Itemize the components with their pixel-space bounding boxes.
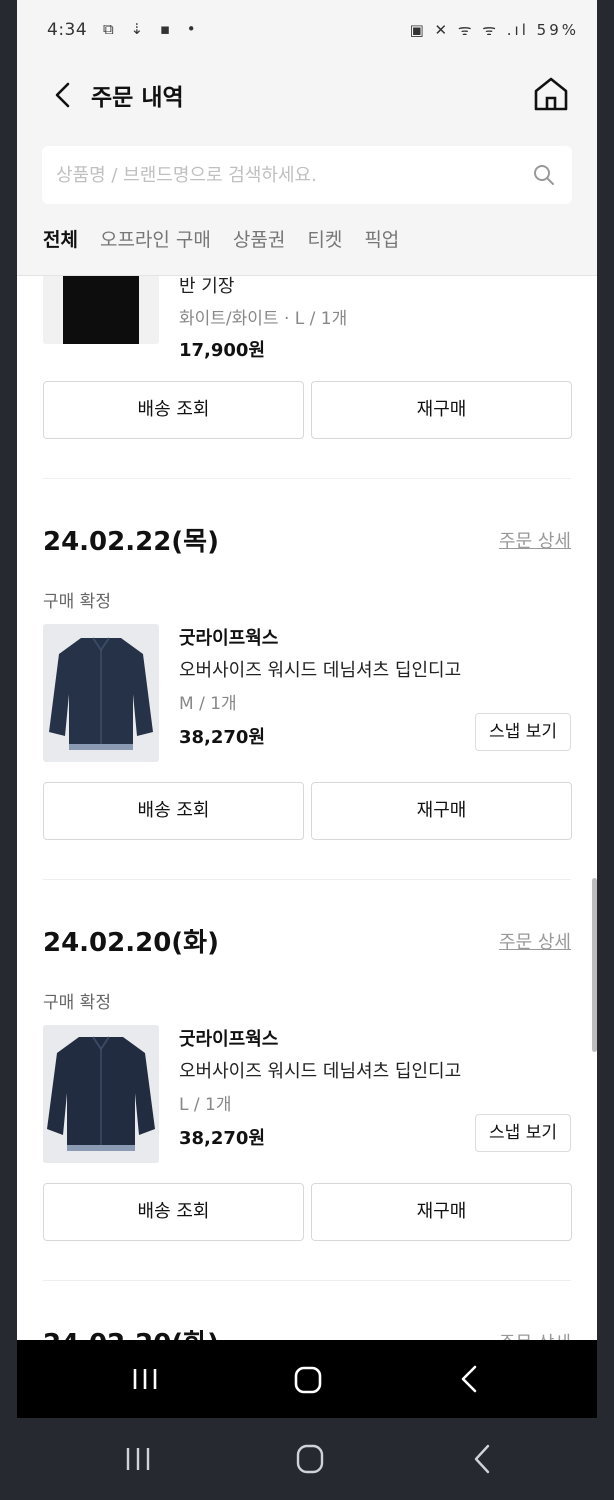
- order-date: 24.02.20(화): [43, 928, 219, 958]
- product-name[interactable]: 오버사이즈 워시드 데님셔츠 딥인디고: [179, 656, 461, 682]
- product-option: 화이트/화이트 · L / 1개: [179, 309, 348, 329]
- order-detail-link[interactable]: 주문 상세: [499, 1329, 571, 1340]
- signal-icons: ▣ ✕ ᯤ ᯤ .ıl: [409, 21, 529, 39]
- home-button-icon[interactable]: [294, 1366, 322, 1394]
- product-price: 38,270원: [179, 727, 266, 748]
- order-detail-link[interactable]: 주문 상세: [499, 527, 571, 553]
- status-bar: 4:34 ⧉ ⇣ ▪ • ▣ ✕ ᯤ ᯤ .ıl 59%: [17, 0, 597, 62]
- product-name[interactable]: 오버사이즈 워시드 데님셔츠 딥인디고: [179, 1057, 461, 1083]
- reorder-button[interactable]: 재구매: [311, 381, 572, 439]
- product-option: L / 1개: [179, 1095, 232, 1115]
- product-thumbnail[interactable]: [43, 1025, 159, 1163]
- brand-name: 굿라이프웍스: [179, 1029, 279, 1050]
- outer-system-nav-bar: [0, 1418, 614, 1500]
- home-button-icon[interactable]: [296, 1444, 324, 1474]
- home-button[interactable]: [531, 74, 571, 114]
- product-name-fragment: 반 기장: [179, 276, 235, 297]
- order-status: 구매 확정: [43, 592, 111, 612]
- tab-pickup[interactable]: 픽업: [364, 225, 399, 252]
- brand-name: 굿라이프웍스: [179, 628, 279, 649]
- order-status: 구매 확정: [43, 993, 111, 1013]
- recent-apps-icon[interactable]: [131, 1367, 159, 1391]
- notification-icons: ⧉ ⇣ ▪ •: [103, 20, 202, 38]
- product-thumbnail[interactable]: [43, 624, 159, 762]
- divider: [43, 879, 571, 880]
- track-delivery-button[interactable]: 배송 조회: [43, 1183, 304, 1241]
- divider: [43, 478, 571, 479]
- back-button[interactable]: [49, 80, 79, 110]
- chevron-left-icon: [55, 82, 70, 108]
- product-thumbnail[interactable]: [43, 276, 159, 344]
- product-option: M / 1개: [179, 694, 237, 714]
- product-price: 38,270원: [179, 1128, 266, 1149]
- header: 주문 내역 전체 오프라인 구매 상품권 티켓 픽업: [17, 62, 597, 276]
- app-screen: 4:34 ⧉ ⇣ ▪ • ▣ ✕ ᯤ ᯤ .ıl 59% 주문 내역 상품명 /…: [17, 0, 597, 1340]
- order-detail-link[interactable]: 주문 상세: [499, 928, 571, 954]
- tab-ticket[interactable]: 티켓: [307, 225, 342, 252]
- order-date: 24.02.22(목): [43, 527, 219, 557]
- order-list[interactable]: 반 기장 화이트/화이트 · L / 1개 17,900원 배송 조회 재구매 …: [17, 276, 597, 1340]
- search-input[interactable]: [42, 146, 512, 204]
- product-price: 17,900원: [179, 340, 266, 361]
- denim-shirt-image: [43, 1025, 159, 1163]
- recent-apps-icon[interactable]: [124, 1446, 152, 1472]
- back-icon[interactable]: [472, 1444, 492, 1474]
- tab-all[interactable]: 전체: [43, 225, 78, 252]
- home-icon: [534, 77, 568, 111]
- snap-view-button[interactable]: 스냅 보기: [475, 1114, 571, 1152]
- track-delivery-button[interactable]: 배송 조회: [43, 381, 304, 439]
- track-delivery-button[interactable]: 배송 조회: [43, 782, 304, 840]
- back-icon[interactable]: [459, 1365, 479, 1393]
- divider: [43, 1280, 571, 1281]
- denim-shirt-image: [43, 624, 159, 762]
- snap-view-button[interactable]: 스냅 보기: [475, 713, 571, 751]
- reorder-button[interactable]: 재구매: [311, 782, 572, 840]
- system-nav-bar: [17, 1340, 597, 1418]
- battery-level: 59%: [536, 21, 579, 39]
- page-title: 주문 내역: [91, 85, 184, 111]
- search-icon[interactable]: [532, 163, 556, 187]
- reorder-button[interactable]: 재구매: [311, 1183, 572, 1241]
- order-tabs: 전체 오프라인 구매 상품권 티켓 픽업: [43, 225, 399, 252]
- system-status-icons: ▣ ✕ ᯤ ᯤ .ıl 59%: [410, 20, 579, 40]
- tab-offline[interactable]: 오프라인 구매: [100, 225, 211, 252]
- tshirt-image: [63, 276, 139, 344]
- status-time: 4:34: [47, 20, 88, 40]
- order-date: 24.02.20(화): [43, 1323, 219, 1340]
- search-bar: [42, 146, 572, 204]
- tab-gift-card[interactable]: 상품권: [233, 225, 285, 252]
- scrollbar-thumb[interactable]: [592, 878, 597, 1052]
